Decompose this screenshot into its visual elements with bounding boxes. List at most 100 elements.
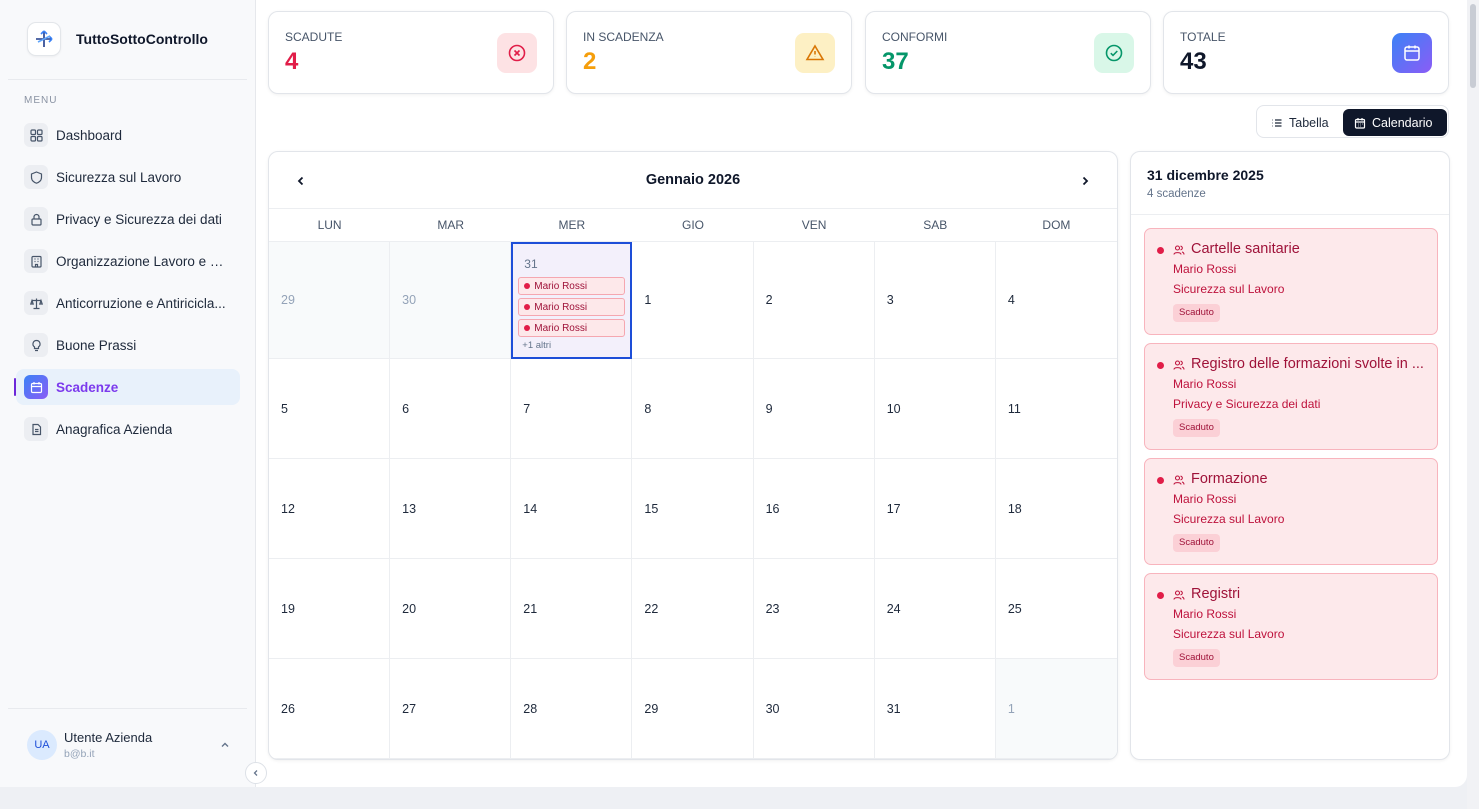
chevron-up-icon[interactable] (219, 738, 231, 756)
calendar-day-cell[interactable]: 7 (511, 359, 633, 459)
calendar-day-cell[interactable]: 29 (632, 659, 754, 759)
next-month-button[interactable] (1073, 169, 1097, 193)
sidebar-item-organizzazione[interactable]: Organizzazione Lavoro e So... (16, 243, 240, 279)
calendar-day-cell[interactable]: 16 (753, 459, 875, 559)
day-number: 2 (765, 293, 773, 307)
calendar-day-cell[interactable]: 8 (632, 359, 754, 459)
day-number: 5 (281, 401, 288, 416)
calendar-event-chip[interactable]: Mario Rossi (518, 319, 626, 337)
deadline-person: Mario Rossi (1173, 607, 1237, 621)
sidebar-item-dashboard[interactable]: Dashboard (16, 117, 240, 153)
calendar-day-cell-selected[interactable]: 31 Mario Rossi Mario Rossi Mario Rossi +1 al… (511, 242, 633, 359)
calendar-day-cell[interactable]: 11 (995, 359, 1117, 459)
calendar-day-cell[interactable]: 28 (511, 659, 633, 759)
calendar-day-cell[interactable]: 31 (874, 659, 996, 759)
day-number: 4 (1007, 293, 1015, 307)
sidebar-item-scadenze[interactable]: Scadenze (14, 369, 240, 405)
calendar-day-cell[interactable]: 18 (995, 459, 1117, 559)
calendar-day-cell[interactable]: 20 (390, 559, 512, 659)
sidebar-item-label: Privacy e Sicurezza dei dati (56, 211, 222, 227)
calendar-day-cell[interactable]: 13 (390, 459, 512, 559)
sidebar-item-sicurezza-lavoro[interactable]: Sicurezza sul Lavoro (16, 159, 240, 195)
day-number: 22 (644, 601, 659, 616)
sidebar-item-label: Scadenze (56, 379, 119, 395)
status-dot-icon (1157, 362, 1164, 369)
day-number: 6 (402, 401, 410, 416)
calendar-day-cell[interactable]: 2 (753, 242, 875, 359)
calendar-day-cell[interactable]: 1 (995, 659, 1117, 759)
tab-calendario[interactable]: Calendario (1343, 109, 1447, 136)
user-menu[interactable]: UA Utente Azienda b@b.it (27, 730, 231, 760)
calendar-grid: 29 30 31 Mario Rossi Mario Rossi Mario Rossi +… (269, 242, 1117, 759)
calendar-icon (1354, 117, 1366, 129)
deadline-count: 4 scadenze (1147, 188, 1206, 200)
more-events-link[interactable]: +1 altri (522, 340, 551, 351)
calendar-day-cell[interactable]: 14 (511, 459, 633, 559)
tab-tabella[interactable]: Tabella (1263, 109, 1343, 136)
calendar-day-cell[interactable]: 25 (995, 559, 1117, 659)
divider (8, 708, 247, 709)
calendar-day-cell[interactable]: 17 (874, 459, 996, 559)
sidebar-item-label: Organizzazione Lavoro e So... (56, 253, 232, 269)
day-number: 31 (886, 701, 901, 716)
calendar-day-cell[interactable]: 10 (874, 359, 996, 459)
calendar-day-cell[interactable]: 1 (632, 242, 754, 359)
calendar-day-cell[interactable]: 15 (632, 459, 754, 559)
calendar-day-cell[interactable]: 5 (269, 359, 391, 459)
sidebar-item-label: Dashboard (56, 127, 123, 143)
day-number: 1 (1007, 701, 1015, 716)
deadline-card[interactable]: Registri Mario Rossi Sicurezza sul Lavoro S… (1144, 573, 1438, 680)
calendar-event-chip[interactable]: Mario Rossi (518, 298, 626, 316)
deadline-card[interactable]: Formazione Mario Rossi Sicurezza sul Lavor… (1144, 458, 1438, 565)
calendar-day-cell[interactable]: 22 (632, 559, 754, 659)
day-number: 11 (1007, 401, 1021, 416)
scrollbar-thumb[interactable] (1470, 4, 1476, 88)
sidebar-item-anticorruzione[interactable]: Anticorruzione e Antiricicla... (16, 285, 240, 321)
day-number: 20 (402, 601, 417, 616)
calendar-day-cell[interactable]: 19 (269, 559, 391, 659)
x-circle-icon (497, 33, 537, 73)
calendar-day-cell[interactable]: 30 (753, 659, 875, 759)
calendar-day-cell[interactable]: 27 (390, 659, 512, 759)
day-number: 17 (886, 501, 901, 516)
deadline-person: Mario Rossi (1173, 262, 1237, 276)
calendar-day-cell[interactable]: 12 (269, 459, 391, 559)
weekday-label: SAB (923, 218, 948, 232)
sidebar-item-privacy[interactable]: Privacy e Sicurezza dei dati (16, 201, 240, 237)
day-number: 7 (523, 401, 531, 416)
menu-section-label: MENU (24, 95, 58, 106)
calendar-day-cell[interactable]: 21 (511, 559, 633, 659)
weekday-label: VEN (801, 218, 827, 232)
day-number: 24 (886, 601, 901, 616)
user-email: b@b.it (64, 748, 95, 760)
status-badge: Scaduto (1173, 304, 1220, 322)
calendar-day-cell[interactable]: 4 (995, 242, 1117, 359)
day-number: 14 (523, 501, 538, 516)
calendar-day-cell[interactable]: 26 (269, 659, 391, 759)
deadline-card[interactable]: Registro delle formazioni svolte in ... M… (1144, 343, 1438, 450)
brand[interactable]: TuttoSottoControllo (27, 22, 208, 56)
calendar-event-chip[interactable]: Mario Rossi (518, 277, 626, 295)
sidebar-item-label: Sicurezza sul Lavoro (56, 169, 182, 185)
calendar-day-cell[interactable]: 23 (753, 559, 875, 659)
view-toggle: Tabella Calendario (1256, 105, 1449, 138)
calendar-day-cell[interactable]: 30 (390, 242, 512, 359)
day-number: 15 (644, 501, 659, 516)
status-dot-icon (524, 325, 531, 331)
calendar-day-cell[interactable]: 29 (269, 242, 391, 359)
event-label: Mario Rossi (534, 322, 588, 334)
status-badge: Scaduto (1173, 534, 1220, 552)
sidebar-collapse-button[interactable] (245, 762, 267, 784)
day-number: 3 (886, 293, 894, 307)
calendar-day-cell[interactable]: 3 (874, 242, 996, 359)
deadline-title: Registri (1191, 586, 1241, 602)
scrollbar[interactable] (1467, 0, 1479, 809)
users-icon (1173, 588, 1185, 606)
weekday-label: GIO (681, 218, 704, 232)
calendar-day-cell[interactable]: 9 (753, 359, 875, 459)
sidebar-item-anagrafica[interactable]: Anagrafica Azienda (16, 411, 240, 447)
calendar-day-cell[interactable]: 6 (390, 359, 512, 459)
calendar-day-cell[interactable]: 24 (874, 559, 996, 659)
sidebar-item-buone-prassi[interactable]: Buone Prassi (16, 327, 240, 363)
deadline-card[interactable]: Cartelle sanitarie Mario Rossi Sicurezza s… (1144, 228, 1438, 335)
